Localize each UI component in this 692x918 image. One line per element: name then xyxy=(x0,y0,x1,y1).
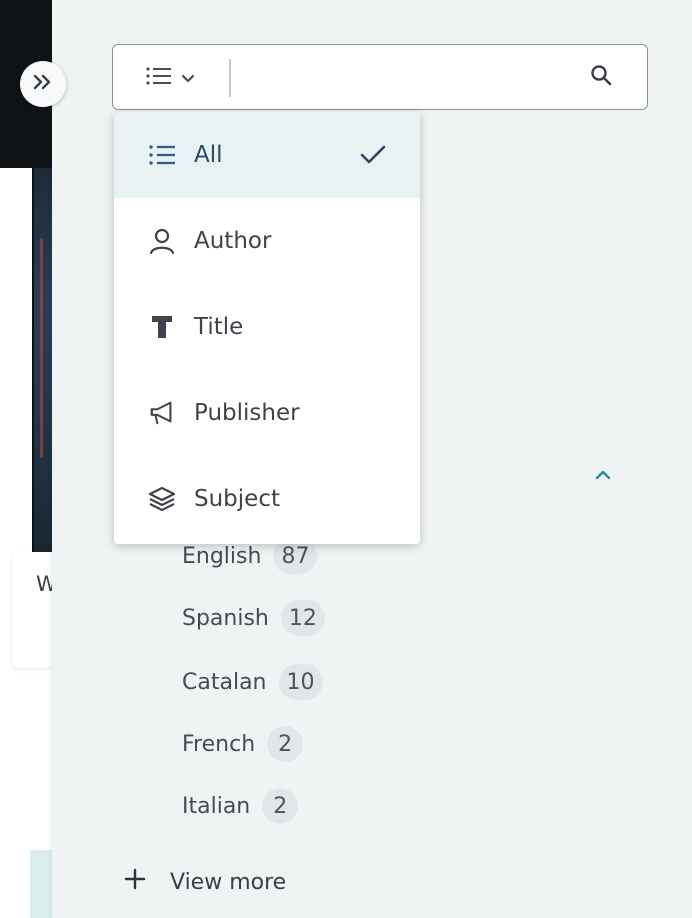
person-icon xyxy=(148,227,176,255)
book-card-thumbnail[interactable] xyxy=(30,850,52,918)
book-card-title: W xyxy=(36,572,52,596)
search-button[interactable] xyxy=(583,59,619,95)
collapse-facet-button[interactable] xyxy=(590,462,616,488)
facet-count-badge: 12 xyxy=(280,600,325,636)
facet-count-badge: 2 xyxy=(262,788,299,824)
search-scope-toggle[interactable] xyxy=(145,65,215,91)
facet-count-badge: 2 xyxy=(267,726,304,762)
facet-item-label: Italian xyxy=(182,793,251,819)
menu-item-subject[interactable]: Subject xyxy=(114,456,420,542)
expand-sidebar-button[interactable] xyxy=(20,61,66,107)
chevron-up-icon xyxy=(594,466,612,485)
facet-item-label: Spanish xyxy=(182,605,269,631)
background-page: W xyxy=(0,0,52,918)
list-icon xyxy=(148,141,176,169)
facet-item-spanish[interactable]: Spanish 12 xyxy=(182,600,325,636)
menu-item-all[interactable]: All xyxy=(114,112,420,198)
list-icon xyxy=(145,66,173,90)
facet-item-italian[interactable]: Italian 2 xyxy=(182,788,299,824)
facet-count-badge: 10 xyxy=(278,664,323,700)
facet-item-label: English xyxy=(182,543,262,569)
menu-item-label: All xyxy=(194,142,223,168)
search-input[interactable] xyxy=(237,55,561,101)
menu-item-label: Title xyxy=(194,314,244,340)
view-more-label: View more xyxy=(170,869,287,895)
checkmark-icon xyxy=(358,140,388,170)
facet-item-label: French xyxy=(182,731,256,757)
search-icon xyxy=(590,64,612,90)
search-divider xyxy=(229,59,231,97)
megaphone-icon xyxy=(148,399,176,427)
menu-item-title[interactable]: Title xyxy=(114,284,420,370)
view-more-button[interactable]: View more xyxy=(124,868,286,896)
chevron-down-icon xyxy=(181,69,195,88)
facet-item-catalan[interactable]: Catalan 10 xyxy=(182,664,323,700)
book-card[interactable] xyxy=(12,552,52,668)
layers-icon xyxy=(148,485,176,513)
menu-item-publisher[interactable]: Publisher xyxy=(114,370,420,456)
menu-item-label: Subject xyxy=(194,486,280,512)
search-scope-menu: All Author Title Publisher Subject xyxy=(114,112,420,544)
menu-item-author[interactable]: Author xyxy=(114,198,420,284)
facet-item-french[interactable]: French 2 xyxy=(182,726,304,762)
menu-item-label: Author xyxy=(194,228,272,254)
book-cover-image[interactable] xyxy=(32,168,52,552)
menu-item-label: Publisher xyxy=(194,400,300,426)
facet-item-label: Catalan xyxy=(182,669,267,695)
search-bar xyxy=(112,44,648,110)
double-chevron-right-icon xyxy=(32,73,54,95)
filter-sidebar: English 87 Spanish 12 Catalan 10 French … xyxy=(20,0,692,918)
title-t-icon xyxy=(148,313,176,341)
plus-icon xyxy=(124,868,146,896)
